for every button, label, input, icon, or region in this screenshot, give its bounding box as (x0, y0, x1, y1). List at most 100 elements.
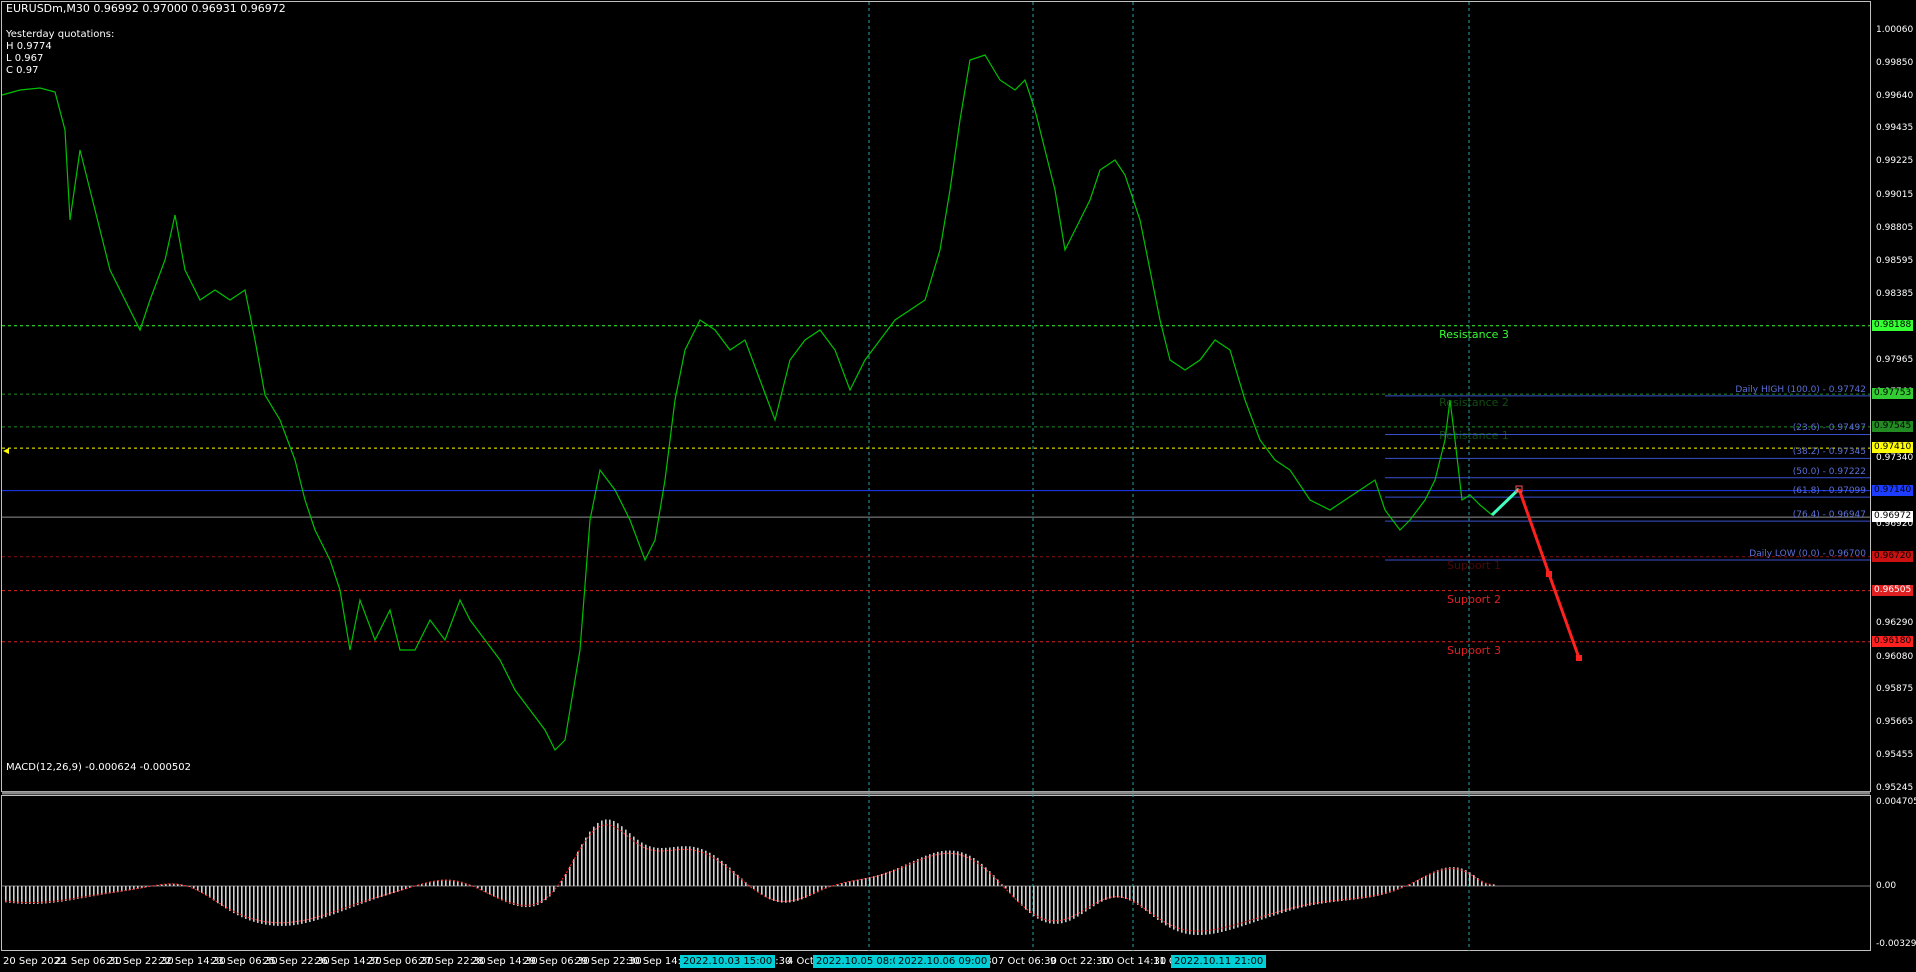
forecast-point[interactable] (1576, 655, 1582, 661)
macd-bar (921, 857, 923, 886)
macd-bar (1101, 886, 1103, 902)
macd-bar (1165, 886, 1167, 926)
macd-bar (209, 886, 211, 898)
macd-bar (1145, 886, 1147, 911)
forecast-up-arrow[interactable] (1490, 487, 1521, 517)
macd-bar (1181, 886, 1183, 933)
macd-bar (709, 852, 711, 886)
macd-bar (285, 886, 287, 926)
macd-bar (1209, 886, 1211, 935)
macd-bar (1041, 886, 1043, 921)
macd-bar (621, 826, 623, 886)
macd-bar (1037, 886, 1039, 919)
macd-bar (1109, 886, 1111, 899)
macd-bar (1149, 886, 1151, 914)
crosshair-time-badge: 2022.10.11 21:00 (1171, 955, 1267, 968)
price-axis-tick: 0.98805 (1876, 222, 1914, 233)
macd-bar (893, 869, 895, 886)
macd-bar (661, 847, 663, 886)
chart-canvas[interactable] (0, 0, 1916, 972)
macd-bar (1349, 886, 1351, 901)
macd-bar (1225, 886, 1227, 931)
macd-bar (257, 886, 259, 923)
fib-level-label: (76.4) - 0.96947 (1792, 510, 1866, 521)
macd-bar (1137, 886, 1139, 905)
macd-bar (633, 836, 635, 886)
macd-bar (1313, 886, 1315, 905)
price-badge: 0.96720 (1872, 550, 1914, 562)
macd-bar (1017, 886, 1019, 902)
macd-bar (77, 886, 79, 899)
macd-bar (797, 886, 799, 901)
macd-bar (21, 886, 23, 904)
macd-bar (293, 886, 295, 926)
macd-bar (905, 864, 907, 886)
macd-bar (1337, 886, 1339, 902)
macd-bar (5, 886, 7, 903)
macd-bar (941, 851, 943, 886)
macd-bar (1205, 886, 1207, 935)
price-badge: 0.97410 (1872, 442, 1914, 454)
macd-bar (877, 875, 879, 886)
macd-bar (97, 886, 99, 896)
forecast-point[interactable] (1546, 571, 1552, 577)
macd-bar (237, 886, 239, 916)
macd-bar (1301, 886, 1303, 908)
macd-bar (1125, 886, 1127, 899)
time-axis-tick: 7 Oct 06:30 (998, 956, 1057, 967)
macd-bar (1229, 886, 1231, 930)
macd-bar (889, 871, 891, 886)
macd-bar (933, 852, 935, 886)
macd-bar (1049, 886, 1051, 924)
macd-bar (1065, 886, 1067, 923)
macd-bar (357, 886, 359, 906)
macd-bar (497, 886, 499, 899)
macd-bar (605, 819, 607, 886)
yq-close: C 0.97 (6, 65, 39, 76)
macd-bar (865, 878, 867, 886)
macd-bar (485, 886, 487, 893)
macd-bar (229, 886, 231, 911)
macd-bar (733, 871, 735, 886)
price-axis-tick: 0.97340 (1876, 453, 1914, 464)
macd-bar (1441, 868, 1443, 886)
macd-bar (65, 886, 67, 901)
macd-bar (873, 876, 875, 886)
macd-bar (629, 833, 631, 886)
macd-bar (1177, 886, 1179, 932)
macd-bar (325, 886, 327, 918)
macd-bar (721, 860, 723, 886)
macd-bar (265, 886, 267, 925)
macd-bar (1213, 886, 1215, 934)
level-label-support_2: Support 2 (1447, 592, 1501, 606)
macd-bar (597, 822, 599, 886)
fib-level-label: (61.8) - 0.97099 (1792, 486, 1866, 497)
macd-bar (1265, 886, 1267, 919)
macd-bar (1329, 886, 1331, 903)
macd-bar (361, 886, 363, 904)
macd-label: MACD(12,26,9) -0.000624 -0.000502 (6, 762, 191, 773)
macd-bar (617, 823, 619, 886)
macd-bar (393, 886, 395, 894)
macd-bar (1105, 886, 1107, 900)
macd-bar (489, 886, 491, 895)
price-axis-tick: 0.97965 (1876, 354, 1914, 365)
macd-bar (9, 886, 11, 903)
macd-bar (777, 886, 779, 902)
macd-bar (1449, 867, 1451, 886)
macd-bar (525, 886, 527, 908)
macd-bar (1129, 886, 1131, 901)
yq-high: H 0.9774 (6, 41, 52, 52)
macd-bar (321, 886, 323, 919)
macd-bar (581, 844, 583, 886)
macd-bar (69, 886, 71, 901)
price-badge: 0.98188 (1872, 319, 1914, 331)
macd-bar (677, 846, 679, 886)
macd-bar (1185, 886, 1187, 934)
crosshair-time-badge: 2022.10.03 15:00 (680, 955, 776, 968)
macd-bar (1369, 886, 1371, 898)
macd-bar (1365, 886, 1367, 899)
macd-bar (1089, 886, 1091, 909)
macd-bar (593, 826, 595, 886)
macd-bar (1013, 886, 1015, 898)
